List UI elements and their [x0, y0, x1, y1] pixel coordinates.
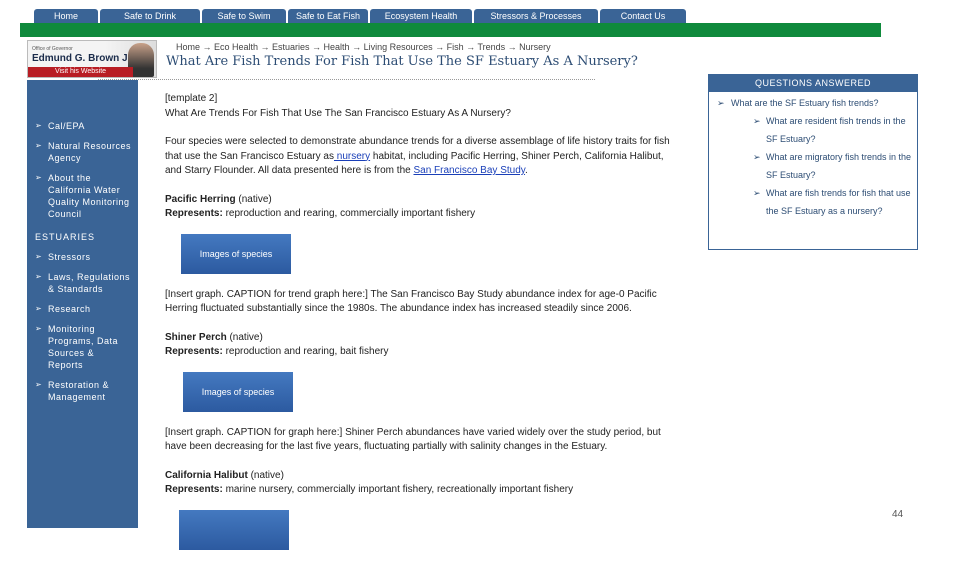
sidebar-item-restoration[interactable]: Restoration & Management	[35, 379, 132, 403]
divider	[98, 79, 595, 80]
governor-banner[interactable]: Office of Governor Edmund G. Brown Jr. V…	[27, 40, 157, 78]
tab-home[interactable]: Home	[34, 9, 98, 23]
page-title: What Are Fish Trends For Fish That Use T…	[166, 54, 638, 69]
question-main[interactable]: What are the SF Estuary fish trends?	[709, 94, 917, 112]
tab-contact-us[interactable]: Contact Us	[600, 9, 686, 23]
tab-safe-to-drink[interactable]: Safe to Drink	[100, 9, 200, 23]
species-name: Shiner Perch	[165, 331, 227, 343]
tab-safe-to-eat-fish[interactable]: Safe to Eat Fish	[288, 9, 368, 23]
represents-label: Represents:	[165, 484, 223, 495]
governor-office: Office of Governor	[32, 46, 73, 52]
questions-answered-panel: QUESTIONS ANSWERED What are the SF Estua…	[708, 74, 918, 250]
page-number: 44	[892, 509, 904, 520]
intro-paragraph: Four species were selected to demonstrat…	[165, 135, 670, 179]
questions-header: QUESTIONS ANSWERED	[709, 75, 917, 92]
question-resident[interactable]: What are resident fish trends in the SF …	[709, 112, 917, 148]
species-name: California Halibut	[165, 469, 248, 481]
template-label: [template 2]	[165, 93, 218, 104]
breadcrumb[interactable]: Home → Eco Health → Estuaries → Health →…	[176, 42, 551, 52]
sidebar-heading: ESTUARIES	[35, 232, 96, 242]
sidebar-item-laws[interactable]: Laws, Regulations & Standards	[35, 271, 132, 295]
tab-safe-to-swim[interactable]: Safe to Swim	[202, 9, 286, 23]
main-nav: Home Safe to Drink Safe to Swim Safe to …	[34, 9, 688, 23]
species-image-placeholder: Images of species	[183, 371, 293, 412]
graph-caption: [Insert graph. CAPTION for graph here:] …	[165, 426, 661, 453]
represents-text: reproduction and rearing, commercially i…	[222, 208, 476, 219]
question-migratory[interactable]: What are migratory fish trends in the SF…	[709, 148, 917, 184]
species-pacific-herring: Pacific Herring (native) Represents: repr…	[165, 193, 670, 222]
tab-ecosystem-health[interactable]: Ecosystem Health	[370, 9, 472, 23]
main-content: [template 2] What Are Trends For Fish Tha…	[165, 92, 670, 564]
species-california-halibut: California Halibut (native) Represents: m…	[165, 469, 670, 498]
sidebar-item-natural-resources[interactable]: Natural Resources Agency	[35, 140, 132, 164]
species-name: Pacific Herring	[165, 193, 236, 205]
sidebar: Cal/EPA Natural Resources Agency About t…	[27, 80, 138, 528]
nursery-link[interactable]: nursery	[334, 151, 370, 162]
species-image-placeholder: Images of species	[181, 233, 291, 274]
sidebar-item-calepa[interactable]: Cal/EPA	[35, 120, 132, 132]
governor-name: Edmund G. Brown Jr.	[32, 53, 134, 64]
species-origin: (native)	[235, 193, 272, 205]
species-image-placeholder	[179, 509, 289, 550]
content-heading: What Are Trends For Fish That Use The Sa…	[165, 107, 511, 119]
intro-text: .	[525, 165, 528, 176]
question-nursery[interactable]: What are fish trends for fish that use t…	[709, 184, 917, 220]
represents-label: Represents:	[165, 346, 223, 357]
sidebar-item-about-council[interactable]: About the California Water Quality Monit…	[35, 172, 132, 220]
species-origin: (native)	[247, 469, 284, 481]
green-banner	[20, 23, 881, 37]
tab-stressors-processes[interactable]: Stressors & Processes	[474, 9, 598, 23]
species-origin: (native)	[226, 331, 263, 343]
visit-website-link[interactable]: Visit his Website	[28, 67, 133, 77]
sidebar-item-stressors[interactable]: Stressors	[35, 251, 132, 263]
graph-caption: [Insert graph. CAPTION for trend graph h…	[165, 288, 657, 315]
sidebar-item-monitoring[interactable]: Monitoring Programs, Data Sources & Repo…	[35, 323, 132, 371]
bay-study-link[interactable]: San Francisco Bay Study	[413, 165, 525, 176]
represents-text: marine nursery, commercially important f…	[222, 484, 574, 495]
represents-text: reproduction and rearing, bait fishery	[222, 346, 389, 357]
species-shiner-perch: Shiner Perch (native) Represents: reprodu…	[165, 331, 670, 360]
represents-label: Represents:	[165, 208, 223, 219]
sidebar-item-research[interactable]: Research	[35, 303, 132, 315]
